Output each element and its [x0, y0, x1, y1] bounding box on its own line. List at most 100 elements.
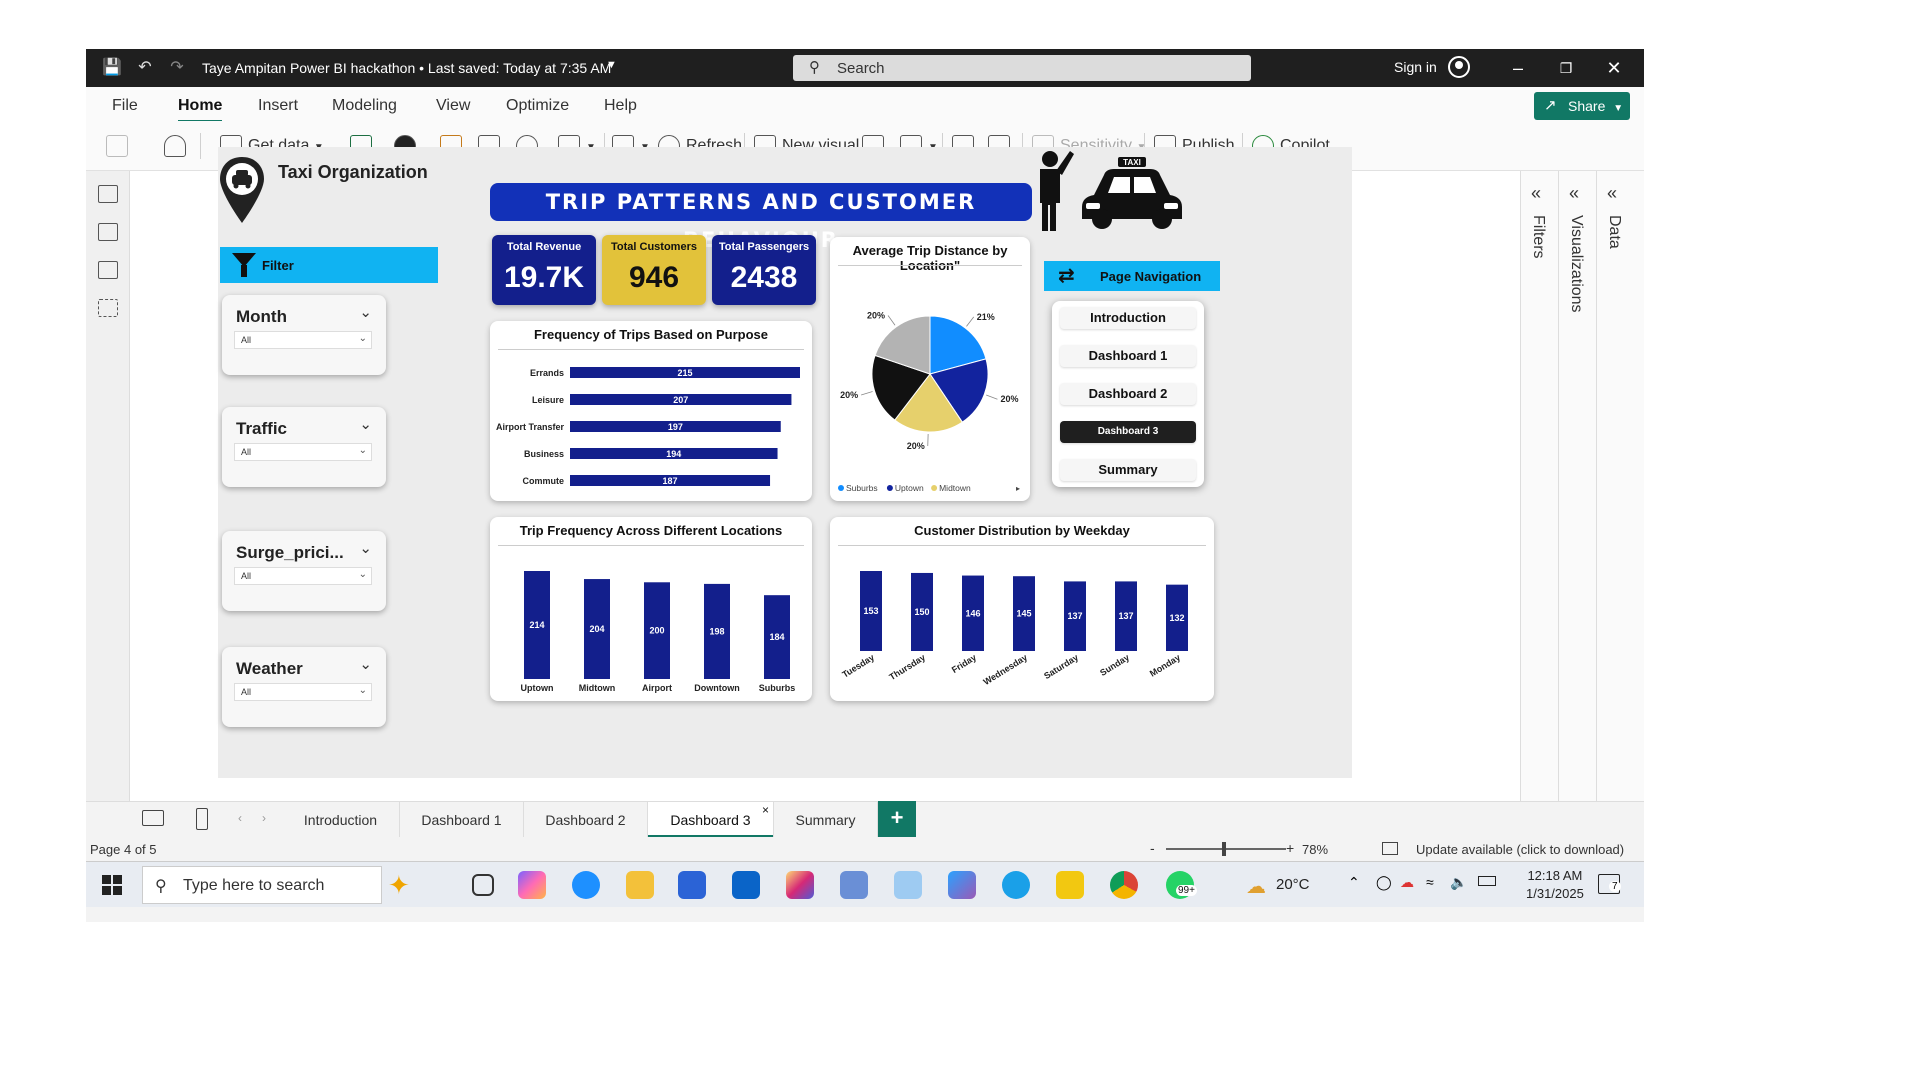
tab-view[interactable]: View — [436, 97, 470, 115]
distance-pie-card[interactable]: Average Trip Distance by Location" 21% 20… — [830, 237, 1030, 501]
visualizations-pane-label[interactable]: Visualizations — [1567, 215, 1585, 313]
task-view-icon[interactable] — [472, 874, 494, 896]
m365-icon[interactable] — [948, 871, 976, 899]
fit-to-page-icon[interactable] — [1382, 842, 1398, 855]
chevron-down-icon[interactable]: ⌄ — [359, 303, 372, 321]
add-page-button[interactable]: + — [878, 801, 916, 837]
collapse-left-icon[interactable]: « — [1569, 183, 1579, 204]
edge-icon[interactable] — [572, 871, 600, 899]
sparkle-icon[interactable]: ✦ — [388, 870, 410, 901]
table-view-icon[interactable] — [98, 223, 118, 241]
surge-pricing-slicer[interactable]: Surge_prici... ⌄ All ⌄ — [222, 531, 386, 611]
file-explorer-icon[interactable] — [626, 871, 654, 899]
purpose-chart-card[interactable]: Frequency of Trips Based on Purpose Erra… — [490, 321, 812, 501]
tab-help[interactable]: Help — [604, 97, 637, 115]
user-icon[interactable] — [1448, 56, 1470, 78]
nav-button-summary[interactable]: Summary — [1060, 459, 1196, 481]
traffic-slicer[interactable]: Traffic ⌄ All ⌄ — [222, 407, 386, 487]
collapse-left-icon[interactable]: « — [1607, 183, 1617, 204]
power-bi-icon[interactable] — [1056, 871, 1084, 899]
weather-icon[interactable]: ☁ — [1246, 874, 1266, 899]
chevron-down-icon[interactable]: ⌄ — [359, 415, 372, 433]
desktop-layout-icon[interactable] — [142, 810, 164, 826]
update-available-link[interactable]: Update available (click to download) — [1416, 842, 1624, 857]
onedrive-icon[interactable]: ☁ — [1400, 874, 1414, 891]
zoom-in-icon[interactable]: + — [1286, 840, 1294, 856]
traffic-dropdown[interactable]: All ⌄ — [234, 443, 372, 461]
chrome-icon[interactable] — [1110, 871, 1138, 899]
kpi-total-customers[interactable]: Total Customers 946 — [602, 235, 706, 305]
scroll-right-icon[interactable]: › — [262, 811, 266, 825]
page-tab-dashboard-2[interactable]: Dashboard 2 — [524, 802, 648, 838]
surge-pricing-dropdown[interactable]: All ⌄ — [234, 567, 372, 585]
tab-file[interactable]: File — [112, 97, 138, 115]
undo-icon[interactable]: ↶ — [136, 59, 154, 77]
weather-dropdown[interactable]: All ⌄ — [234, 683, 372, 701]
data-pane-label[interactable]: Data — [1605, 215, 1623, 249]
battery-icon[interactable] — [1478, 876, 1496, 886]
app-icon[interactable] — [1002, 871, 1030, 899]
clock[interactable]: 12:18 AM 1/31/2025 — [1526, 867, 1584, 903]
wifi-icon[interactable]: ≈ — [1426, 874, 1434, 890]
save-icon[interactable]: 💾 — [102, 59, 122, 77]
model-view-icon[interactable] — [98, 261, 118, 279]
month-slicer[interactable]: Month ⌄ All ⌄ — [222, 295, 386, 375]
app-icon[interactable] — [894, 871, 922, 899]
dax-query-view-icon[interactable] — [98, 299, 118, 317]
weather-slicer[interactable]: Weather ⌄ All ⌄ — [222, 647, 386, 727]
tab-insert[interactable]: Insert — [258, 97, 298, 115]
app-icon[interactable] — [840, 871, 868, 899]
nav-button-dashboard-1[interactable]: Dashboard 1 — [1060, 345, 1196, 367]
locations-chart-card[interactable]: Trip Frequency Across Different Location… — [490, 517, 812, 701]
visualizations-pane[interactable]: « Visualizations — [1558, 171, 1596, 801]
instagram-icon[interactable] — [786, 871, 814, 899]
nav-button-introduction[interactable]: Introduction — [1060, 307, 1196, 329]
paste-button[interactable] — [106, 135, 134, 157]
page-tab-dashboard-3[interactable]: Dashboard 3 × — [648, 802, 774, 838]
redo-icon[interactable]: ↷ — [168, 59, 186, 77]
tab-modeling[interactable]: Modeling — [332, 97, 397, 115]
windows-start-icon[interactable] — [102, 875, 122, 895]
minimize-icon[interactable]: – — [1506, 57, 1530, 79]
zoom-slider-handle[interactable] — [1222, 842, 1226, 856]
taskbar-search-input[interactable]: ⚲ Type here to search — [142, 866, 382, 904]
outlook-icon[interactable] — [732, 871, 760, 899]
format-painter-button[interactable] — [164, 135, 192, 157]
sign-in-link[interactable]: Sign in — [1394, 59, 1437, 75]
close-icon[interactable]: ✕ — [1602, 57, 1626, 79]
kpi-total-revenue[interactable]: Total Revenue 19.7K — [492, 235, 596, 305]
store-icon[interactable] — [678, 871, 706, 899]
meet-now-icon[interactable]: ◯ — [1376, 874, 1392, 891]
filters-pane[interactable]: « Filters — [1520, 171, 1558, 801]
volume-icon[interactable]: 🔈 — [1450, 874, 1467, 891]
data-pane[interactable]: « Data — [1596, 171, 1644, 801]
tray-chevron-up-icon[interactable]: ⌃ — [1348, 874, 1360, 891]
restore-icon[interactable]: ❐ — [1554, 57, 1578, 79]
search-input[interactable]: ⚲ Search — [793, 55, 1251, 81]
tab-optimize[interactable]: Optimize — [506, 97, 569, 115]
weekday-chart-card[interactable]: Customer Distribution by Weekday 153 Tues… — [830, 517, 1214, 701]
close-tab-icon[interactable]: × — [762, 792, 769, 828]
copilot-app-icon[interactable] — [518, 871, 546, 899]
nav-button-dashboard-2[interactable]: Dashboard 2 — [1060, 383, 1196, 405]
tab-home[interactable]: Home — [178, 97, 223, 123]
whatsapp-icon[interactable]: 99+ — [1166, 871, 1197, 899]
kpi-total-passengers[interactable]: Total Passengers 2438 — [712, 235, 816, 305]
report-view-icon[interactable] — [98, 185, 118, 203]
temperature[interactable]: 20°C — [1276, 876, 1310, 893]
document-title[interactable]: Taye Ampitan Power BI hackathon • Last s… — [202, 60, 611, 76]
zoom-out-icon[interactable]: - — [1150, 840, 1155, 856]
page-tab-introduction[interactable]: Introduction — [282, 802, 400, 838]
mobile-layout-icon[interactable] — [196, 808, 208, 830]
zoom-slider[interactable] — [1166, 848, 1286, 850]
month-dropdown[interactable]: All ⌄ — [234, 331, 372, 349]
collapse-left-icon[interactable]: « — [1531, 183, 1541, 204]
page-tab-summary[interactable]: Summary — [774, 802, 878, 838]
chevron-down-icon[interactable]: ⌄ — [359, 655, 372, 673]
share-button[interactable]: ↗ Share ▼ — [1534, 92, 1630, 120]
title-chevron-down-icon[interactable]: ▼ — [606, 59, 617, 71]
nav-button-dashboard-3[interactable]: Dashboard 3 — [1060, 421, 1196, 443]
page-tab-dashboard-1[interactable]: Dashboard 1 — [400, 802, 524, 838]
scroll-left-icon[interactable]: ‹ — [238, 811, 242, 825]
filters-pane-label[interactable]: Filters — [1529, 215, 1547, 259]
